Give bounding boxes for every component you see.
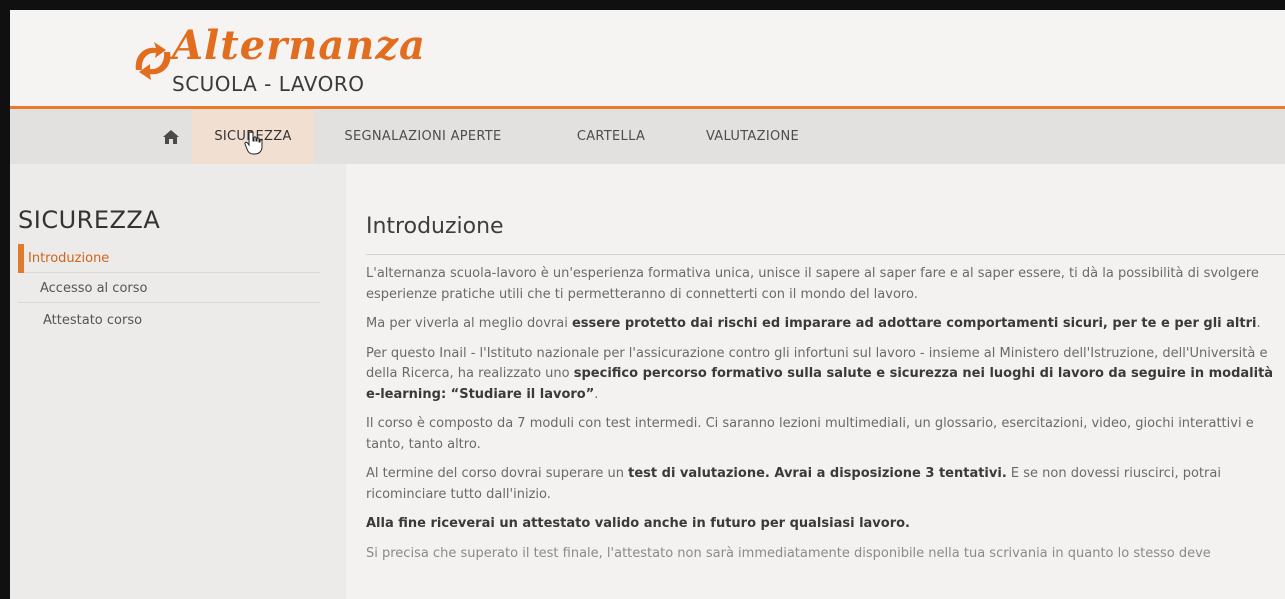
logo-script-text: Alternanza bbox=[172, 22, 426, 69]
paragraph-text: . bbox=[1256, 316, 1261, 331]
logo-subtitle: SCUOLA - LAVORO bbox=[172, 72, 365, 96]
nav-tab-segnalazioni-aperte[interactable]: SEGNALAZIONI APERTE bbox=[328, 109, 518, 164]
sidebar-title: SICUREZZA bbox=[18, 206, 161, 234]
site-header: Alternanza SCUOLA - LAVORO bbox=[10, 10, 1285, 106]
nav-tab-label: SEGNALAZIONI APERTE bbox=[344, 129, 502, 144]
hand-cursor-icon bbox=[244, 131, 263, 155]
sidebar-item-attestato-corso[interactable]: Attestato corso bbox=[18, 306, 320, 335]
main-navbar: SICUREZZA SEGNALAZIONI APERTE CARTELLA V… bbox=[10, 109, 1285, 164]
paragraph-bold-text: test di valutazione. Avrai a disposizion… bbox=[628, 466, 1007, 481]
nav-tab-sicurezza[interactable]: SICUREZZA bbox=[192, 109, 314, 164]
sidebar: SICUREZZA Introduzione Accesso al corso … bbox=[10, 164, 346, 599]
browser-screen: Alternanza SCUOLA - LAVORO SICUREZZA SEG… bbox=[10, 10, 1285, 599]
logo-arrows-icon bbox=[135, 42, 171, 80]
paragraph-text: Al termine del corso dovrai superare un bbox=[366, 466, 629, 481]
title-divider bbox=[366, 254, 1285, 255]
home-icon bbox=[163, 129, 179, 144]
page-title: Introduzione bbox=[366, 214, 504, 239]
nav-home[interactable] bbox=[150, 109, 192, 164]
sidebar-item-label: Accesso al corso bbox=[40, 280, 148, 296]
paragraph-text: . bbox=[594, 386, 599, 402]
sidebar-item-accesso-al-corso[interactable]: Accesso al corso bbox=[18, 274, 320, 303]
article-body: L'alternanza scuola-lavoro è un'esperien… bbox=[366, 264, 1285, 573]
nav-tab-label: VALUTAZIONE bbox=[705, 129, 800, 144]
paragraph-protezione: Ma per viverla al meglio dovrai essere p… bbox=[366, 314, 1285, 335]
sidebar-item-label: Introduzione bbox=[28, 250, 110, 266]
nav-tab-cartella[interactable]: CARTELLA bbox=[566, 109, 656, 164]
main-content: Introduzione L'alternanza scuola-lavoro … bbox=[346, 164, 1285, 599]
sidebar-item-introduzione[interactable]: Introduzione bbox=[18, 244, 320, 273]
nav-tab-valutazione[interactable]: VALUTAZIONE bbox=[690, 109, 815, 164]
site-logo[interactable]: Alternanza SCUOLA - LAVORO bbox=[128, 22, 425, 102]
paragraph-attestato: Alla fine riceverai un attestato valido … bbox=[366, 516, 910, 531]
paragraph-test: Al termine del corso dovrai superare un … bbox=[366, 464, 1285, 505]
paragraph-nota: Si precisa che superato il test finale, … bbox=[366, 545, 1211, 561]
paragraph-inail: Per questo Inail - l'Istituto nazionale … bbox=[366, 344, 1285, 406]
sidebar-item-label: Attestato corso bbox=[43, 313, 143, 328]
paragraph-intro: L'alternanza scuola-lavoro è un'esperien… bbox=[366, 266, 1259, 302]
paragraph-bold-text: essere protetto dai rischi ed imparare a… bbox=[571, 316, 1257, 331]
nav-tab-label: CARTELLA bbox=[576, 129, 646, 144]
paragraph-text: Ma per viverla al meglio dovrai bbox=[366, 316, 572, 331]
paragraph-corso: Il corso è composto da 7 moduli con test… bbox=[366, 416, 1254, 452]
